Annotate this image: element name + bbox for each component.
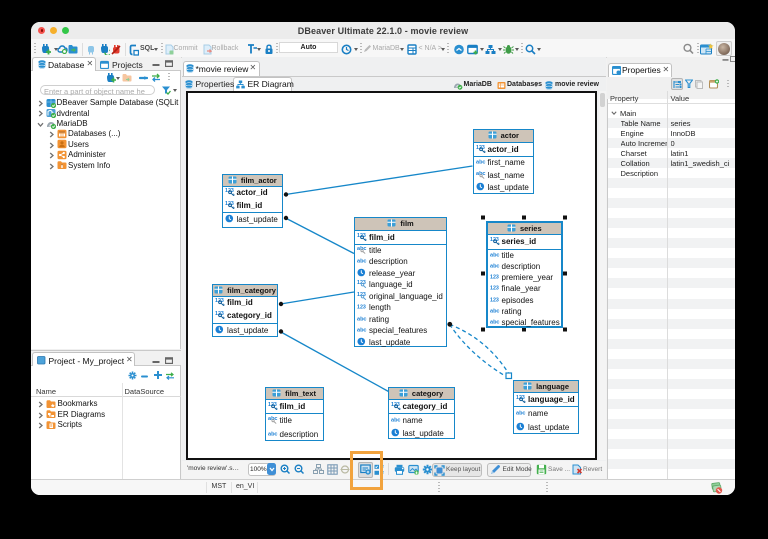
svg-text:abc: abc <box>476 171 486 177</box>
svg-text:abc: abc <box>357 258 367 264</box>
svg-text:abc: abc <box>357 316 367 322</box>
svg-text:abc: abc <box>357 327 367 333</box>
svg-text:abc: abc <box>490 252 500 258</box>
svg-text:abc: abc <box>490 263 500 269</box>
svg-text:abc: abc <box>357 245 367 251</box>
svg-text:abc: abc <box>268 431 278 437</box>
svg-text:abc: abc <box>391 417 401 423</box>
svg-text:abc: abc <box>490 320 500 326</box>
svg-text:123: 123 <box>490 297 499 303</box>
svg-text:abc: abc <box>516 410 526 416</box>
svg-text:123: 123 <box>490 286 499 292</box>
svg-text:abc: abc <box>268 416 278 422</box>
svg-text:123: 123 <box>357 304 366 310</box>
svg-text:123: 123 <box>490 274 499 280</box>
svg-text:abc: abc <box>490 308 500 314</box>
svg-text:abc: abc <box>476 159 486 165</box>
